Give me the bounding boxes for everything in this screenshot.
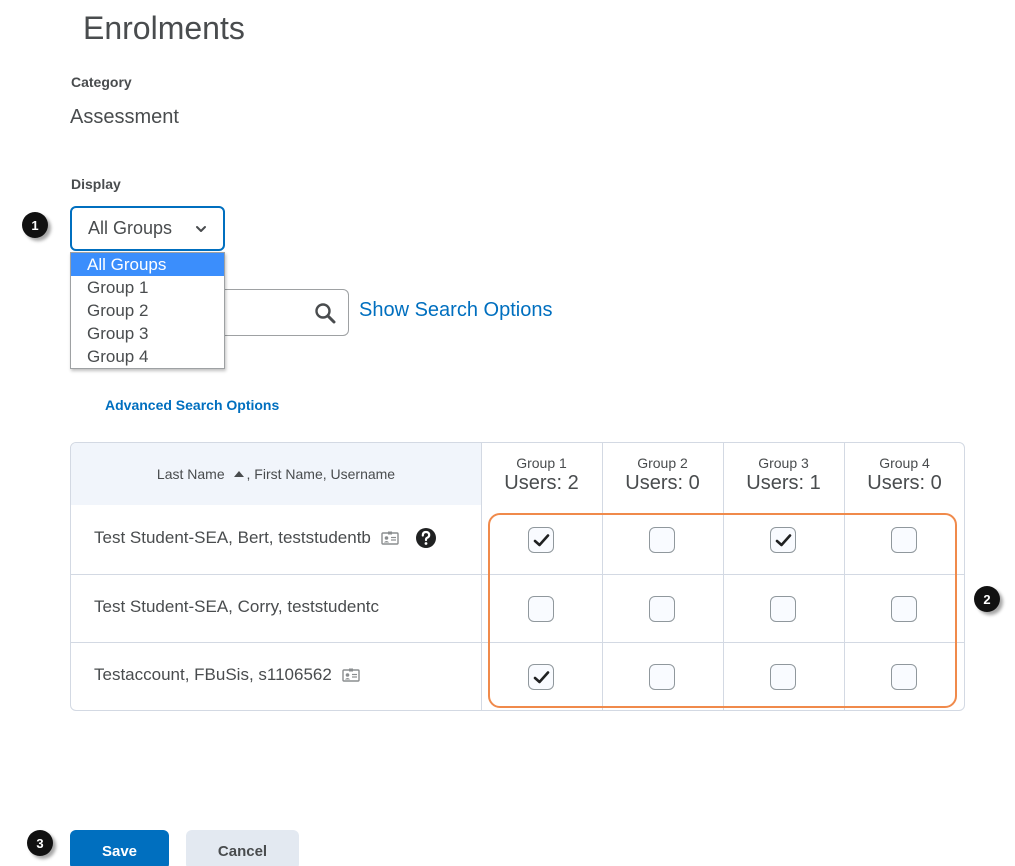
dropdown-option-group-1[interactable]: Group 1 (71, 276, 224, 299)
column-divider (481, 443, 482, 710)
column-divider (723, 443, 724, 505)
group-1-header: Group 1 Users: 2 (481, 443, 602, 505)
search-input[interactable] (215, 289, 349, 336)
group-1-checkbox[interactable] (528, 596, 554, 622)
column-divider (602, 443, 603, 505)
advanced-search-options-link[interactable]: Advanced Search Options (105, 397, 279, 413)
callout-3: 3 (27, 830, 53, 856)
dropdown-option-group-4[interactable]: Group 4 (71, 345, 224, 368)
group-2-checkbox[interactable] (649, 527, 675, 553)
sort-column-last-name[interactable]: Last Name (157, 466, 225, 482)
chevron-down-icon (196, 226, 206, 232)
group-4-name: Group 4 (879, 455, 930, 471)
group-3-checkbox[interactable] (770, 596, 796, 622)
group-3-checkbox[interactable] (770, 664, 796, 690)
group-2-checkbox[interactable] (649, 664, 675, 690)
category-label: Category (71, 74, 132, 90)
checkmark-icon (775, 534, 792, 547)
name-column-header[interactable]: Last Name , First Name, Username (71, 443, 481, 505)
table-row-name: Test Student-SEA, Corry, teststudentc (94, 597, 379, 617)
search-icon[interactable] (314, 302, 336, 324)
group-3-header: Group 3 Users: 1 (723, 443, 844, 505)
page-title: Enrolments (83, 10, 245, 46)
display-select-value: All Groups (88, 218, 173, 238)
show-search-options-link[interactable]: Show Search Options (359, 299, 552, 322)
sort-ascending-icon[interactable] (233, 470, 245, 478)
table-row-name: Test Student-SEA, Bert, teststudentb (94, 527, 437, 549)
id-card-icon (342, 668, 360, 682)
save-button[interactable]: Save (70, 830, 169, 866)
checkmark-icon (533, 671, 550, 684)
name-column-header-rest: , First Name, Username (246, 466, 396, 482)
group-2-name: Group 2 (637, 455, 688, 471)
group-2-checkbox[interactable] (649, 596, 675, 622)
cancel-button[interactable]: Cancel (186, 830, 299, 866)
group-2-header: Group 2 Users: 0 (602, 443, 723, 505)
display-label: Display (71, 176, 121, 192)
enrolment-grid: Last Name , First Name, Username Group 1… (70, 442, 965, 711)
dropdown-option-all-groups[interactable]: All Groups (71, 253, 224, 276)
student-name: Testaccount, FBuSis, s1106562 (94, 665, 332, 684)
group-4-header: Group 4 Users: 0 (844, 443, 964, 505)
column-divider (723, 505, 724, 710)
checkmark-icon (533, 534, 550, 547)
row-divider (71, 642, 964, 643)
display-dropdown: All Groups Group 1 Group 2 Group 3 Group… (70, 252, 225, 369)
group-2-users: Users: 0 (625, 472, 700, 494)
callout-1: 1 (22, 212, 48, 238)
dropdown-option-group-2[interactable]: Group 2 (71, 299, 224, 322)
column-divider (602, 505, 603, 710)
category-value: Assessment (70, 106, 179, 128)
group-4-checkbox[interactable] (891, 664, 917, 690)
group-1-checkbox[interactable] (528, 664, 554, 690)
help-icon[interactable] (415, 527, 437, 549)
group-4-checkbox[interactable] (891, 596, 917, 622)
group-3-checkbox[interactable] (770, 527, 796, 553)
group-3-name: Group 3 (758, 455, 809, 471)
table-row-name: Testaccount, FBuSis, s1106562 (94, 665, 360, 685)
group-1-checkbox[interactable] (528, 527, 554, 553)
group-4-users: Users: 0 (867, 472, 942, 494)
group-4-checkbox[interactable] (891, 527, 917, 553)
student-name: Test Student-SEA, Bert, teststudentb (94, 528, 371, 547)
column-divider (844, 505, 845, 710)
callout-2: 2 (974, 586, 1000, 612)
id-card-icon (381, 531, 399, 545)
group-3-users: Users: 1 (746, 472, 821, 494)
dropdown-option-group-3[interactable]: Group 3 (71, 322, 224, 345)
column-divider (844, 443, 845, 505)
group-1-users: Users: 2 (504, 472, 579, 494)
display-select[interactable]: All Groups (70, 206, 225, 251)
row-divider (71, 574, 964, 575)
group-1-name: Group 1 (516, 455, 567, 471)
student-name: Test Student-SEA, Corry, teststudentc (94, 597, 380, 616)
